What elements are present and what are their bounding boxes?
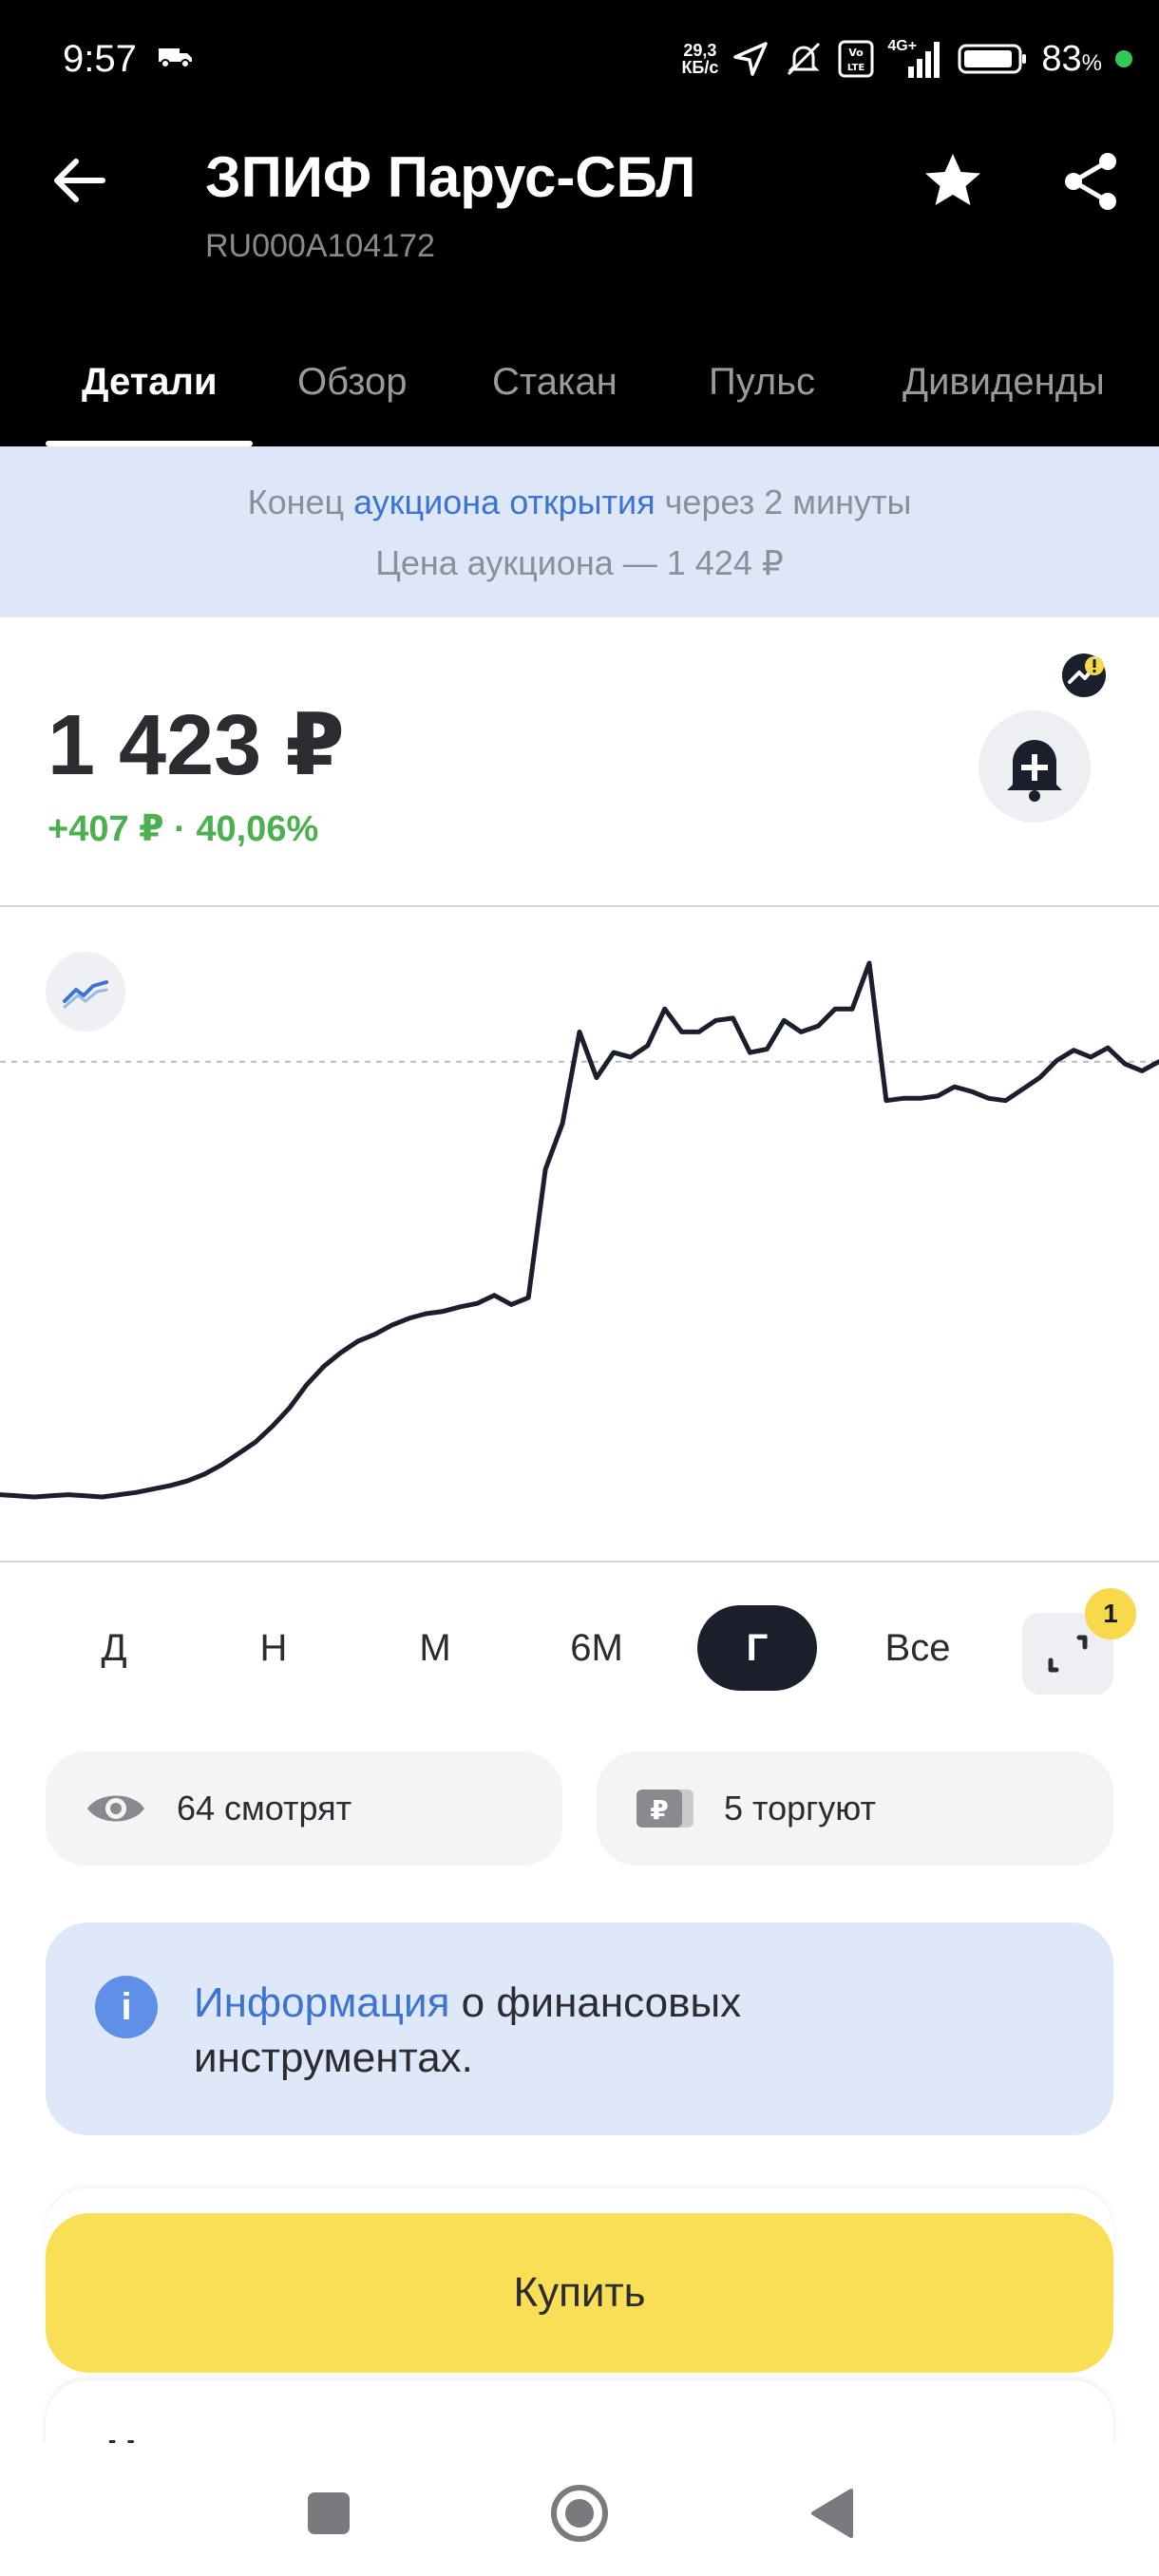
- period-month[interactable]: М: [388, 1605, 483, 1691]
- system-nav-bar: [0, 2443, 1159, 2576]
- price-series-line: [0, 960, 1159, 1500]
- truck-icon: [159, 48, 192, 68]
- price-change: +407 ₽ · 40,06%: [48, 809, 319, 849]
- watchers-count: 64 смотрят: [177, 1789, 352, 1828]
- period-selector: Д Н М 6М Г Все: [0, 1605, 1159, 1700]
- traders-count: 5 торгуют: [724, 1789, 876, 1828]
- chart-top-divider: [0, 905, 1159, 907]
- price-chart[interactable]: [0, 908, 1159, 1562]
- app-header: 9:57 29,3 КБ/с Vo LTE 4G+ 83% ЗПИФ Парус…: [0, 0, 1159, 446]
- tab-overview[interactable]: Обзор: [297, 361, 408, 404]
- info-banner[interactable]: i Информация о финансовых инструментах.: [46, 1923, 1113, 2135]
- svg-text:Vo: Vo: [849, 47, 864, 59]
- tab-pulse[interactable]: Пульс: [709, 361, 815, 404]
- chart-type-button[interactable]: [46, 952, 125, 1032]
- notification-badge: 1: [1085, 1588, 1136, 1639]
- auction-link[interactable]: аукциона открытия: [353, 483, 655, 521]
- location-icon: [733, 42, 769, 76]
- buy-button[interactable]: Купить: [46, 2213, 1113, 2373]
- period-all[interactable]: Все: [870, 1605, 965, 1691]
- signal-icon: 4G+: [887, 38, 944, 80]
- mute-icon: [788, 42, 821, 76]
- price-alert-button[interactable]: [978, 710, 1091, 823]
- period-week[interactable]: Н: [226, 1605, 321, 1691]
- ruble-card-icon: ₽: [636, 1790, 694, 1828]
- period-6m[interactable]: 6М: [549, 1605, 644, 1691]
- period-day[interactable]: Д: [66, 1605, 162, 1691]
- svg-text:LTE: LTE: [847, 63, 865, 73]
- recents-icon[interactable]: [291, 2475, 367, 2551]
- chart-bottom-divider: [0, 1561, 1159, 1563]
- star-icon[interactable]: [922, 150, 984, 213]
- auction-price: Цена аукциона — 1 424 ₽: [375, 543, 784, 582]
- watchers-card[interactable]: 64 смотрят: [46, 1752, 562, 1866]
- eye-icon: [87, 1795, 144, 1822]
- line-chart-icon: [63, 980, 108, 1009]
- auction-countdown: Конец аукциона открытия через 2 минуты: [247, 483, 912, 521]
- net-speed: 29,3 КБ/с: [681, 41, 719, 77]
- tab-details[interactable]: Детали: [82, 361, 218, 404]
- traders-card[interactable]: ₽ 5 торгуют: [597, 1752, 1113, 1866]
- info-icon: i: [95, 1976, 158, 2038]
- page-title: ЗПИФ Парус-СБЛ: [205, 145, 696, 209]
- tab-bar: Детали Обзор Стакан Пульс Дивиденды: [0, 342, 1159, 446]
- volte-icon: Vo LTE: [838, 40, 874, 78]
- trend-warning-icon[interactable]: [1060, 652, 1108, 699]
- info-link[interactable]: Информация: [194, 1979, 449, 2026]
- current-price: 1 423 ₽: [48, 698, 345, 793]
- battery-level: 83%: [1041, 38, 1102, 79]
- status-bar: 9:57 29,3 КБ/с Vo LTE 4G+ 83%: [0, 0, 1159, 123]
- home-icon[interactable]: [542, 2475, 618, 2551]
- back-arrow-icon[interactable]: [48, 152, 114, 209]
- tab-dividends[interactable]: Дивиденды: [902, 361, 1105, 404]
- back-nav-icon[interactable]: [794, 2475, 870, 2551]
- info-text: Информация о финансовых инструментах.: [194, 1979, 742, 2081]
- tab-orderbook[interactable]: Стакан: [492, 361, 618, 404]
- period-year[interactable]: Г: [697, 1605, 817, 1691]
- share-icon[interactable]: [1060, 150, 1123, 213]
- auction-banner: Конец аукциона открытия через 2 минуты Ц…: [0, 446, 1159, 617]
- isin-code: RU000A104172: [205, 228, 435, 264]
- svg-text:₽: ₽: [650, 1794, 668, 1826]
- battery-icon: [958, 44, 1027, 74]
- status-icons: 29,3 КБ/с Vo LTE 4G+ 83%: [681, 32, 1132, 85]
- bell-plus-icon: [1007, 740, 1062, 802]
- status-time: 9:57: [63, 38, 137, 80]
- charging-dot: [1115, 50, 1132, 67]
